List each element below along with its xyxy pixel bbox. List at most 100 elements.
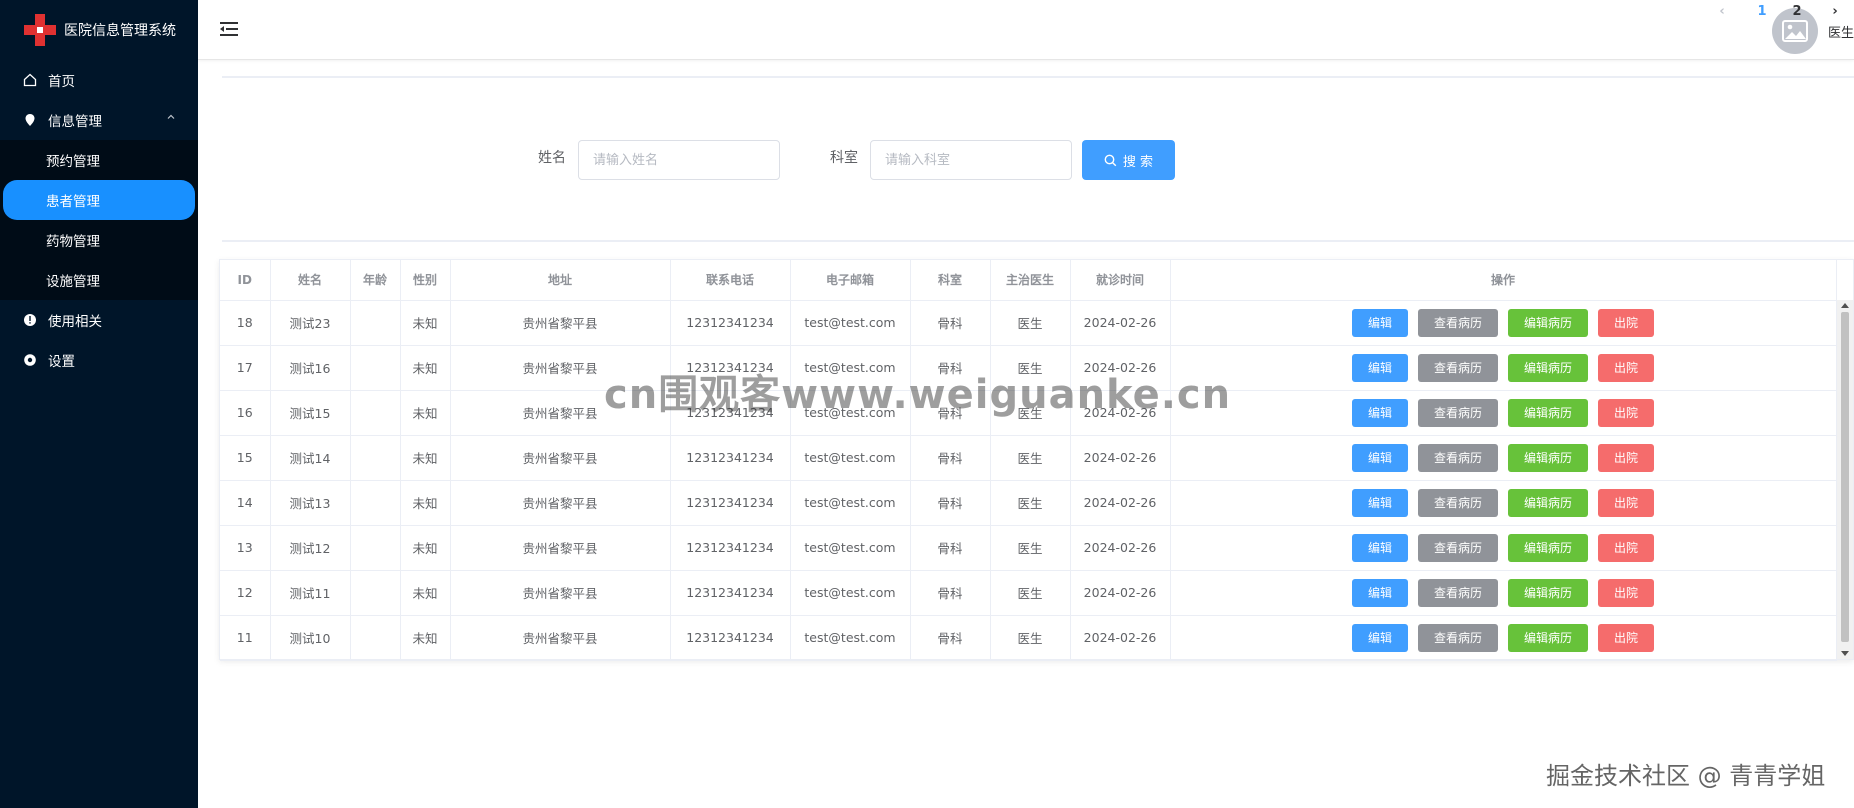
table-cell: 12312341234 — [670, 525, 791, 571]
table-cell: 13 — [220, 525, 271, 571]
table-cell: test@test.com — [790, 300, 911, 346]
edit-button[interactable]: 编辑 — [1352, 578, 1408, 607]
table-cell: 11 — [220, 615, 271, 661]
app-logo[interactable]: 医院信息管理系统 — [0, 0, 198, 60]
next-page-button[interactable]: › — [1820, 0, 1850, 22]
table-scrollbar[interactable] — [1837, 300, 1853, 659]
department-search-input[interactable] — [870, 140, 1072, 180]
table-cell: 16 — [220, 390, 271, 436]
table-cell: 18 — [220, 300, 271, 346]
actions-cell: 编辑 查看病历 编辑病历 出院 — [1170, 480, 1837, 526]
menu-item-info-management[interactable]: 信息管理 — [0, 100, 198, 140]
table-cell: 测试10 — [270, 615, 351, 661]
menu-fold-icon[interactable] — [220, 20, 240, 40]
table-cell: 骨科 — [910, 435, 991, 481]
edit-record-button[interactable]: 编辑病历 — [1508, 578, 1588, 607]
table-cell: 未知 — [400, 480, 451, 526]
table-cell: 未知 — [400, 525, 451, 571]
table-cell: 医生 — [990, 480, 1071, 526]
table-cell: 贵州省黎平县 — [450, 480, 671, 526]
column-header: 地址 — [450, 260, 671, 301]
table-cell — [350, 615, 401, 661]
edit-button[interactable]: 编辑 — [1352, 398, 1408, 427]
table-cell: 医生 — [990, 525, 1071, 571]
menu-label-info-management: 信息管理 — [48, 114, 102, 130]
edit-record-button[interactable]: 编辑病历 — [1508, 443, 1588, 472]
edit-record-button[interactable]: 编辑病历 — [1508, 398, 1588, 427]
view-record-button[interactable]: 查看病历 — [1418, 443, 1498, 472]
view-record-button[interactable]: 查看病历 — [1418, 308, 1498, 337]
page-number[interactable]: 2 — [1782, 0, 1812, 22]
edit-button[interactable]: 编辑 — [1352, 353, 1408, 382]
page-number[interactable]: 1 — [1747, 0, 1777, 22]
discharge-button[interactable]: 出院 — [1598, 443, 1654, 472]
table-cell — [350, 300, 401, 346]
edit-button[interactable]: 编辑 — [1352, 308, 1408, 337]
column-header: ID — [220, 260, 271, 301]
view-record-button[interactable]: 查看病历 — [1418, 533, 1498, 562]
column-header: 科室 — [910, 260, 991, 301]
edit-record-button[interactable]: 编辑病历 — [1508, 353, 1588, 382]
edit-record-button[interactable]: 编辑病历 — [1508, 623, 1588, 652]
edit-record-button[interactable]: 编辑病历 — [1508, 308, 1588, 337]
discharge-button[interactable]: 出院 — [1598, 308, 1654, 337]
menu-item-home[interactable]: 首页 — [0, 60, 198, 100]
view-record-button[interactable]: 查看病历 — [1418, 398, 1498, 427]
discharge-button[interactable]: 出院 — [1598, 623, 1654, 652]
table-cell: 贵州省黎平县 — [450, 525, 671, 571]
actions-cell: 编辑 查看病历 编辑病历 出院 — [1170, 300, 1837, 346]
app-title: 医院信息管理系统 — [64, 23, 176, 39]
edit-button[interactable]: 编辑 — [1352, 443, 1408, 472]
department-label: 科室 — [830, 150, 858, 166]
column-header: 年龄 — [350, 260, 401, 301]
menu-item-facilities[interactable]: 设施管理 — [0, 260, 198, 300]
table-cell: 骨科 — [910, 525, 991, 571]
table-cell: 贵州省黎平县 — [450, 615, 671, 661]
user-name[interactable]: 医生 — [1828, 22, 1854, 41]
edit-record-button[interactable]: 编辑病历 — [1508, 533, 1588, 562]
actions-cell: 编辑 查看病历 编辑病历 出院 — [1170, 570, 1837, 616]
menu-item-settings[interactable]: 设置 — [0, 340, 198, 380]
view-record-button[interactable]: 查看病历 — [1418, 488, 1498, 517]
menu-item-medicines[interactable]: 药物管理 — [0, 220, 198, 260]
view-record-button[interactable]: 查看病历 — [1418, 353, 1498, 382]
table-cell: 医生 — [990, 435, 1071, 481]
column-header: 电子邮箱 — [790, 260, 911, 301]
table-cell: 未知 — [400, 345, 451, 391]
menu-label-usage: 使用相关 — [48, 314, 102, 330]
view-record-button[interactable]: 查看病历 — [1418, 623, 1498, 652]
menu-item-appointments[interactable]: 预约管理 — [0, 140, 198, 180]
menu-label-home: 首页 — [48, 74, 75, 90]
column-header: 主治医生 — [990, 260, 1071, 301]
table-cell — [350, 525, 401, 571]
column-header: 操作 — [1170, 260, 1837, 301]
edit-record-button[interactable]: 编辑病历 — [1508, 488, 1588, 517]
table-cell: 12 — [220, 570, 271, 616]
table-cell: 未知 — [400, 615, 451, 661]
view-record-button[interactable]: 查看病历 — [1418, 578, 1498, 607]
edit-button[interactable]: 编辑 — [1352, 533, 1408, 562]
discharge-button[interactable]: 出院 — [1598, 398, 1654, 427]
table-cell: 15 — [220, 435, 271, 481]
menu-label-appointments: 预约管理 — [46, 154, 100, 170]
menu-item-usage[interactable]: 使用相关 — [0, 300, 198, 340]
table-row: 18 测试23 未知 贵州省黎平县 12312341234 test@test.com 骨科… — [220, 300, 1837, 346]
menu-item-patients[interactable]: 患者管理 — [3, 180, 195, 220]
column-header: 性别 — [400, 260, 451, 301]
edit-button[interactable]: 编辑 — [1352, 488, 1408, 517]
edit-button[interactable]: 编辑 — [1352, 623, 1408, 652]
table-cell: test@test.com — [790, 570, 911, 616]
name-search-input[interactable] — [578, 140, 780, 180]
discharge-button[interactable]: 出院 — [1598, 488, 1654, 517]
table-cell: 2024-02-26 — [1070, 525, 1171, 571]
table-cell: 12312341234 — [670, 480, 791, 526]
actions-cell: 编辑 查看病历 编辑病历 出院 — [1170, 525, 1837, 571]
discharge-button[interactable]: 出院 — [1598, 533, 1654, 562]
discharge-button[interactable]: 出院 — [1598, 578, 1654, 607]
table-cell: test@test.com — [790, 615, 911, 661]
discharge-button[interactable]: 出院 — [1598, 353, 1654, 382]
search-button[interactable]: 搜 索 — [1082, 140, 1175, 180]
prev-page-button[interactable]: ‹ — [1707, 0, 1737, 22]
column-header: 姓名 — [270, 260, 351, 301]
watermark-bottom: 掘金技术社区 @ 青青学姐 — [1546, 762, 1826, 790]
